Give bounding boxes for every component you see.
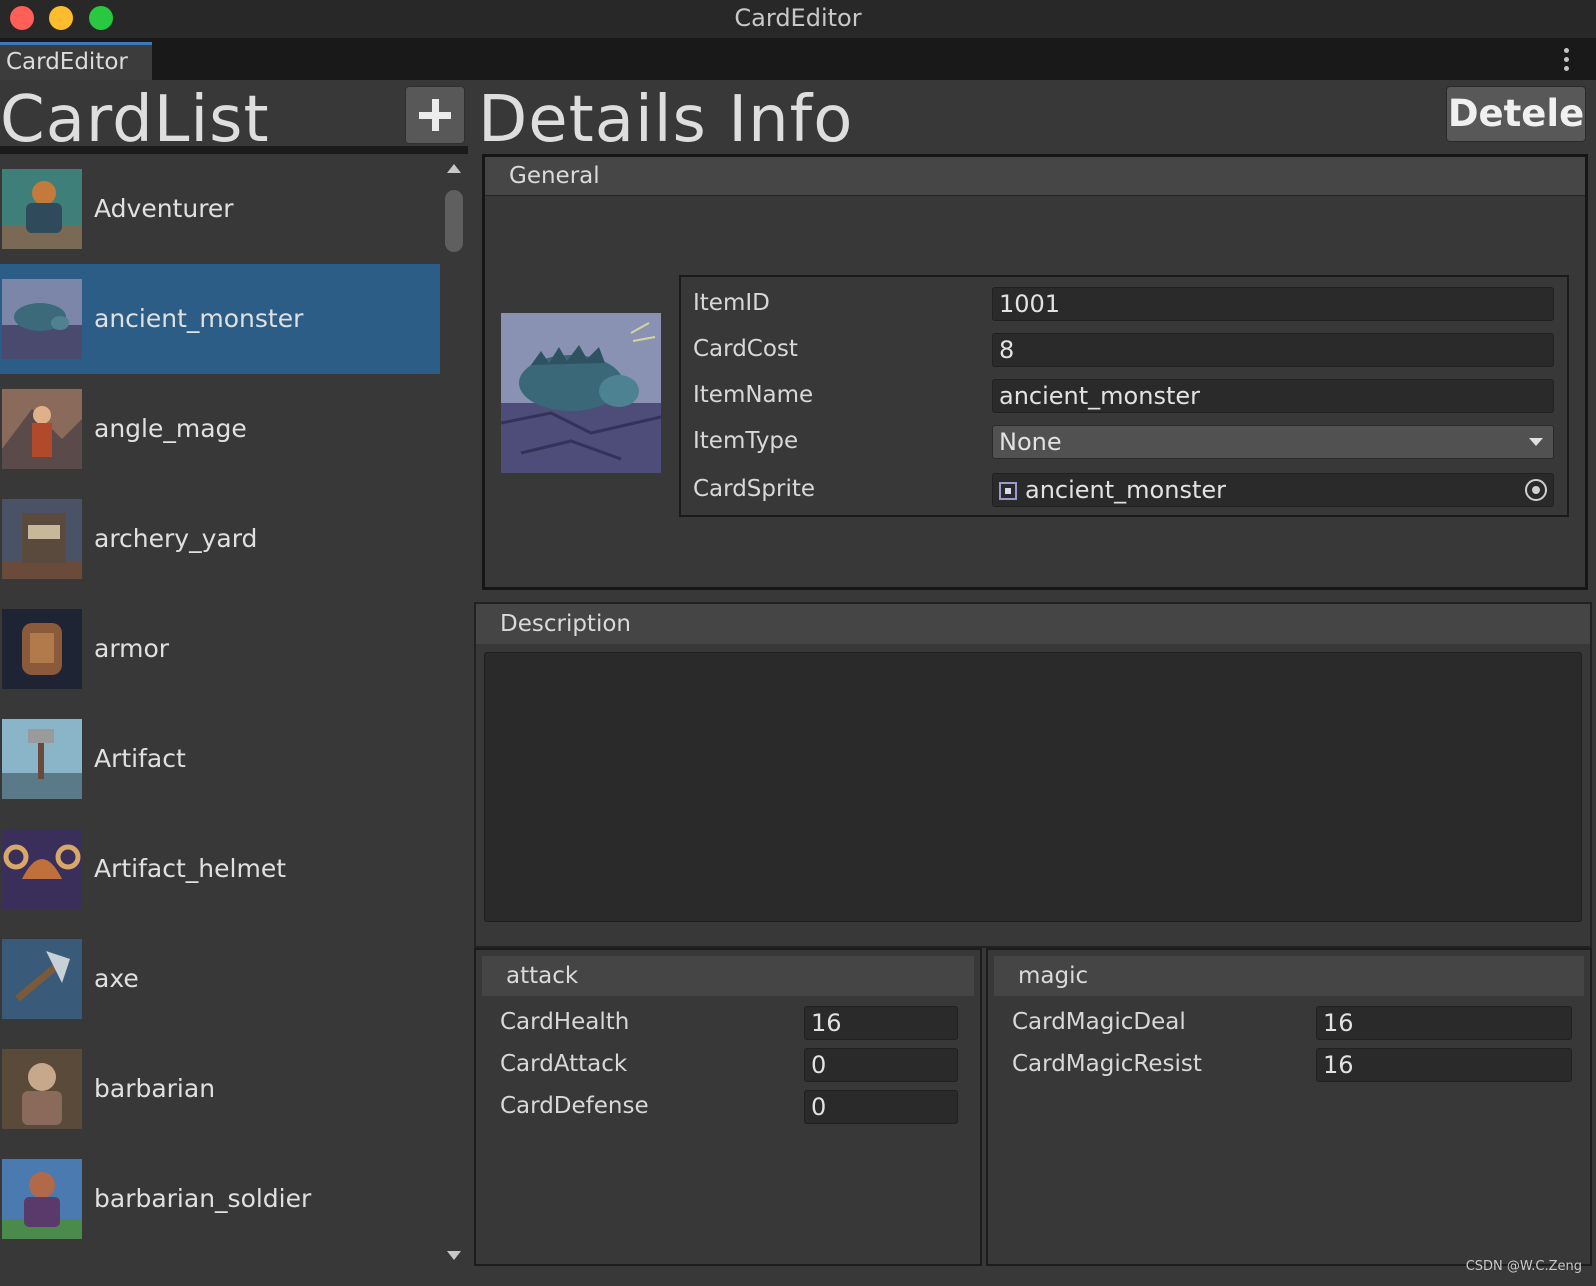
armor-thumbnail bbox=[2, 609, 82, 689]
list-item[interactable]: Artifact bbox=[0, 704, 440, 814]
watermark: CSDN @W.C.Zeng bbox=[1465, 1259, 1582, 1274]
cardmagicdeal-row: CardMagicDeal 16 bbox=[988, 1002, 1590, 1042]
card-list-panel: Adventurer ancient_monster angle_mage ar… bbox=[0, 146, 468, 1286]
card-list[interactable]: Adventurer ancient_monster angle_mage ar… bbox=[0, 154, 440, 1286]
ancient-monster-thumbnail bbox=[2, 279, 82, 359]
list-item-label: barbarian bbox=[94, 1074, 216, 1103]
general-header[interactable]: General bbox=[485, 157, 1585, 196]
list-item[interactable]: barbarian bbox=[0, 1034, 440, 1144]
list-item-label: angle_mage bbox=[94, 414, 247, 443]
scrollbar-thumb[interactable] bbox=[445, 190, 463, 252]
itemtype-label: ItemType bbox=[693, 428, 799, 454]
barbarian-thumbnail bbox=[2, 1049, 82, 1129]
axe-thumbnail bbox=[2, 939, 82, 1019]
cardhealth-field[interactable]: 16 bbox=[804, 1006, 958, 1040]
list-item-label: archery_yard bbox=[94, 524, 258, 553]
itemtype-value: None bbox=[999, 428, 1062, 456]
cardattack-row: CardAttack 0 bbox=[476, 1044, 980, 1084]
itemid-row: ItemID 1001 bbox=[681, 283, 1567, 323]
card-list-scrollbar[interactable] bbox=[440, 154, 468, 1286]
magic-header[interactable]: magic bbox=[994, 956, 1584, 996]
artifact-thumbnail bbox=[2, 719, 82, 799]
list-item[interactable]: barbarian_soldier bbox=[0, 1144, 440, 1254]
list-item-label: axe bbox=[94, 964, 139, 993]
itemname-field[interactable]: ancient_monster bbox=[992, 379, 1554, 413]
list-item[interactable]: Artifact_helmet bbox=[0, 814, 440, 924]
list-item-label: Artifact bbox=[94, 744, 186, 773]
general-fields: ItemID 1001 CardCost 8 ItemName ancient_… bbox=[679, 275, 1569, 517]
list-item-label: barbarian_soldier bbox=[94, 1184, 312, 1213]
more-options-icon[interactable] bbox=[1564, 48, 1570, 71]
dropdown-arrow-icon bbox=[1529, 438, 1543, 446]
description-section: Description bbox=[474, 602, 1592, 948]
scroll-up-icon[interactable] bbox=[447, 164, 461, 173]
list-item[interactable]: axe bbox=[0, 924, 440, 1034]
itemtype-row: ItemType None bbox=[681, 421, 1567, 461]
cardcost-field[interactable]: 8 bbox=[992, 333, 1554, 367]
list-item-label: ancient_monster bbox=[94, 304, 304, 333]
list-item[interactable]: archery_yard bbox=[0, 484, 440, 594]
sprite-icon bbox=[999, 482, 1017, 500]
attack-section: attack CardHealth 16 CardAttack 0 CardDe… bbox=[474, 948, 982, 1266]
itemname-row: ItemName ancient_monster bbox=[681, 375, 1567, 415]
description-header[interactable]: Description bbox=[476, 604, 1590, 644]
cardhealth-label: CardHealth bbox=[500, 1009, 630, 1035]
window-title: CardEditor bbox=[734, 4, 862, 32]
artifact-helmet-thumbnail bbox=[2, 829, 82, 909]
cardcost-label: CardCost bbox=[693, 336, 798, 362]
cardhealth-row: CardHealth 16 bbox=[476, 1002, 980, 1042]
cardsprite-row: CardSprite ancient_monster bbox=[681, 469, 1567, 509]
attack-header[interactable]: attack bbox=[482, 956, 974, 996]
cardcost-row: CardCost 8 bbox=[681, 329, 1567, 369]
list-item[interactable]: armor bbox=[0, 594, 440, 704]
card-sprite-preview bbox=[501, 313, 661, 473]
cardmagicresist-field[interactable]: 16 bbox=[1316, 1048, 1572, 1082]
list-item[interactable]: Adventurer bbox=[0, 154, 440, 264]
list-item-selected[interactable]: ancient_monster bbox=[0, 264, 440, 374]
itemid-field[interactable]: 1001 bbox=[992, 287, 1554, 321]
cardmagicdeal-label: CardMagicDeal bbox=[1012, 1009, 1186, 1035]
barbarian-soldier-thumbnail bbox=[2, 1159, 82, 1239]
adventurer-thumbnail bbox=[2, 169, 82, 249]
object-picker-icon[interactable] bbox=[1525, 479, 1547, 501]
general-section: General ItemID 1001 CardCost 8 ItemName … bbox=[482, 154, 1588, 590]
itemname-label: ItemName bbox=[693, 382, 814, 408]
carddefense-field[interactable]: 0 bbox=[804, 1090, 958, 1124]
list-item[interactable]: angle_mage bbox=[0, 374, 440, 484]
itemid-label: ItemID bbox=[693, 290, 770, 316]
tab-cardeditor[interactable]: CardEditor bbox=[0, 42, 152, 80]
cardsprite-label: CardSprite bbox=[693, 476, 816, 502]
bottom-bar bbox=[468, 1266, 1596, 1286]
window-titlebar: CardEditor bbox=[0, 0, 1596, 38]
list-item-label: armor bbox=[94, 634, 170, 663]
list-item-label: Artifact_helmet bbox=[94, 854, 287, 883]
cardattack-label: CardAttack bbox=[500, 1051, 628, 1077]
cardmagicresist-label: CardMagicResist bbox=[1012, 1051, 1202, 1077]
add-card-button[interactable] bbox=[405, 86, 465, 144]
carddefense-row: CardDefense 0 bbox=[476, 1086, 980, 1126]
cardsprite-field[interactable]: ancient_monster bbox=[992, 473, 1554, 507]
carddefense-label: CardDefense bbox=[500, 1093, 649, 1119]
magic-section: magic CardMagicDeal 16 CardMagicResist 1… bbox=[986, 948, 1592, 1266]
cardmagicresist-row: CardMagicResist 16 bbox=[988, 1044, 1590, 1084]
itemtype-dropdown[interactable]: None bbox=[992, 425, 1554, 459]
angle-mage-thumbnail bbox=[2, 389, 82, 469]
archery-yard-thumbnail bbox=[2, 499, 82, 579]
tab-strip: CardEditor bbox=[0, 38, 1596, 80]
scroll-down-icon[interactable] bbox=[447, 1251, 461, 1260]
delete-button[interactable]: Detele bbox=[1446, 86, 1586, 142]
cardsprite-value: ancient_monster bbox=[1025, 476, 1226, 504]
cardmagicdeal-field[interactable]: 16 bbox=[1316, 1006, 1572, 1040]
description-textarea[interactable] bbox=[484, 652, 1582, 922]
details-title: Details Info bbox=[478, 83, 854, 157]
cardattack-field[interactable]: 0 bbox=[804, 1048, 958, 1082]
list-item-label: Adventurer bbox=[94, 194, 234, 223]
